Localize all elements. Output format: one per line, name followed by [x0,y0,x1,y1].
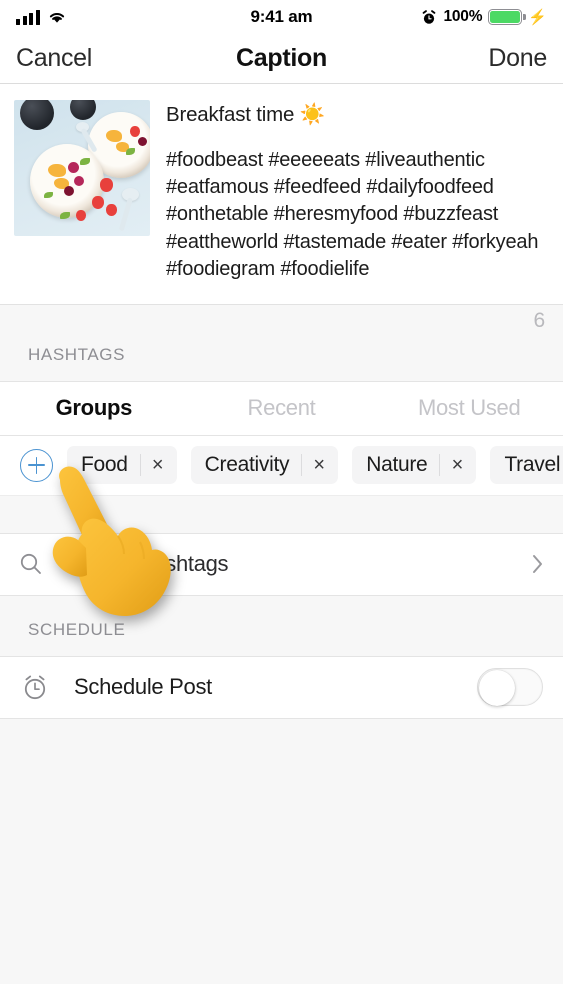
post-thumbnail-image [14,100,150,236]
group-chip-nature[interactable]: Nature × [352,446,477,485]
schedule-post-row[interactable]: Schedule Post [0,656,563,719]
status-bar-right: 100% ⚡ [421,8,547,26]
close-icon[interactable]: × [302,455,336,475]
section-spacer [0,495,563,534]
done-button[interactable]: Done [488,44,547,73]
toggle-knob [479,670,515,707]
hashtag-tabs: Groups Recent Most Used [0,381,563,436]
search-hashtags-label: Search Hashtags [64,551,229,577]
hashtags-label: HASHTAGS [28,344,126,364]
hashtags-section-header: 6 HASHTAGS [0,304,563,382]
page-title: Caption [236,44,327,72]
chip-label: Food [81,453,128,477]
group-chip-creativity[interactable]: Creativity × [190,446,339,485]
search-icon [18,551,44,577]
lightning-bolt-icon: ⚡ [528,8,547,26]
hashtag-count-row: 6 [0,305,563,341]
search-hashtags-row[interactable]: Search Hashtags [0,533,563,596]
chip-label: Travel [504,453,561,477]
group-chip-food[interactable]: Food × [67,446,177,485]
plus-circle-icon[interactable] [20,448,53,482]
close-icon[interactable]: × [440,455,474,475]
close-icon[interactable]: × [141,455,175,475]
status-bar: 9:41 am 100% ⚡ [0,0,563,34]
caption-text-block: Breakfast time ☀️ #foodbeast #eeeeeats #… [166,100,549,284]
hashtag-count: 6 [533,308,546,332]
alarm-clock-icon [20,672,50,702]
caption-card[interactable]: Breakfast time ☀️ #foodbeast #eeeeeats #… [0,84,563,305]
app-screen: 9:41 am 100% ⚡ Cancel Caption Done Break… [0,0,563,1000]
empty-area [0,718,563,984]
hashtag-group-chips: Food × Creativity × Nature × Travel × [0,435,563,496]
tab-most-used[interactable]: Most Used [375,395,563,421]
alarm-clock-icon [421,9,437,26]
caption-title: Breakfast time ☀️ [166,103,326,126]
tab-groups[interactable]: Groups [0,395,188,421]
group-chip-travel[interactable]: Travel × [490,446,563,485]
chip-label: Nature [366,453,428,477]
schedule-post-toggle[interactable] [477,668,543,707]
chip-label: Creativity [204,453,290,477]
chevron-right-icon [531,553,545,575]
navigation-bar: Cancel Caption Done [0,34,563,84]
schedule-label: SCHEDULE [28,619,126,639]
schedule-post-label: Schedule Post [74,674,212,700]
battery-percent-label: 100% [443,8,483,25]
schedule-section-header: SCHEDULE [0,595,563,657]
tab-recent[interactable]: Recent [188,395,376,421]
caption-hashtags: #foodbeast #eeeeeats #liveauthentic #eat… [166,148,539,281]
battery-full-icon [488,9,526,25]
